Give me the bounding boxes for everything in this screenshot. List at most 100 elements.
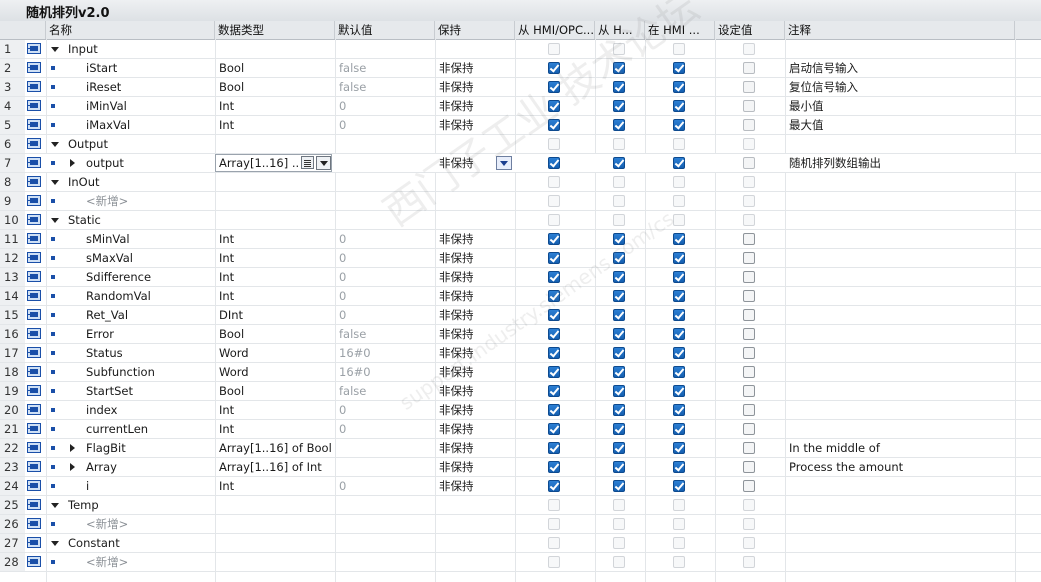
- table-row[interactable]: 13 Sdifference Int 0 非保持: [0, 268, 1041, 287]
- expand-chevron-down-icon[interactable]: [51, 47, 59, 52]
- retain-value[interactable]: 非保持: [439, 420, 494, 438]
- retain-value[interactable]: 非保持: [439, 230, 494, 248]
- writable-from-hmi-checkbox[interactable]: [613, 423, 625, 435]
- header-name[interactable]: 名称: [46, 21, 215, 39]
- setpoint-checkbox[interactable]: [743, 385, 755, 397]
- default-value[interactable]: [339, 458, 433, 476]
- visible-in-hmi-checkbox[interactable]: [673, 119, 685, 131]
- setpoint-checkbox[interactable]: [743, 233, 755, 245]
- setpoint-checkbox[interactable]: [743, 328, 755, 340]
- expand-chevron-down-icon[interactable]: [51, 180, 59, 185]
- datatype-value[interactable]: Bool: [219, 325, 333, 343]
- variable-name[interactable]: RandomVal: [86, 287, 213, 305]
- visible-in-hmi-checkbox[interactable]: [673, 290, 685, 302]
- accessible-from-hmi-opc-checkbox[interactable]: [548, 138, 560, 150]
- visible-in-hmi-checkbox[interactable]: [673, 328, 685, 340]
- accessible-from-hmi-opc-checkbox[interactable]: [548, 423, 560, 435]
- comment-value[interactable]: 最小值: [789, 97, 1013, 115]
- datatype-value[interactable]: Array[1..16] of Int: [219, 458, 333, 476]
- comment-value[interactable]: [789, 306, 1013, 324]
- table-row[interactable]: 8 InOut: [0, 173, 1041, 192]
- writable-from-hmi-checkbox[interactable]: [613, 157, 625, 169]
- variable-name[interactable]: StartSet: [86, 382, 213, 400]
- default-value[interactable]: 0: [339, 287, 433, 305]
- writable-from-hmi-checkbox[interactable]: [613, 347, 625, 359]
- header-in-hmi[interactable]: 在 HMI ...: [645, 21, 715, 39]
- retain-value[interactable]: 非保持: [439, 116, 494, 134]
- visible-in-hmi-checkbox[interactable]: [673, 404, 685, 416]
- writable-from-hmi-checkbox[interactable]: [613, 138, 625, 150]
- setpoint-checkbox[interactable]: [743, 138, 755, 150]
- retain-value[interactable]: 非保持: [439, 287, 494, 305]
- accessible-from-hmi-opc-checkbox[interactable]: [548, 309, 560, 321]
- comment-value[interactable]: 启动信号输入: [789, 59, 1013, 77]
- setpoint-checkbox[interactable]: [743, 62, 755, 74]
- table-row[interactable]: 10 Static: [0, 211, 1041, 230]
- variable-name[interactable]: sMaxVal: [86, 249, 213, 267]
- datatype-dropdown-button[interactable]: [316, 156, 331, 170]
- datatype-value[interactable]: Bool: [219, 382, 333, 400]
- accessible-from-hmi-opc-checkbox[interactable]: [548, 404, 560, 416]
- writable-from-hmi-checkbox[interactable]: [613, 119, 625, 131]
- table-row[interactable]: 19 StartSet Bool false 非保持: [0, 382, 1041, 401]
- writable-from-hmi-checkbox[interactable]: [613, 195, 625, 207]
- default-value[interactable]: false: [339, 59, 433, 77]
- comment-value[interactable]: [789, 363, 1013, 381]
- table-row[interactable]: 26 <新增>: [0, 515, 1041, 534]
- writable-from-hmi-checkbox[interactable]: [613, 214, 625, 226]
- comment-value[interactable]: [789, 325, 1013, 343]
- setpoint-checkbox[interactable]: [743, 499, 755, 511]
- default-value[interactable]: [339, 439, 433, 457]
- variable-name[interactable]: iMaxVal: [86, 116, 213, 134]
- writable-from-hmi-checkbox[interactable]: [613, 81, 625, 93]
- retain-value[interactable]: 非保持: [439, 325, 494, 343]
- visible-in-hmi-checkbox[interactable]: [673, 43, 685, 55]
- table-row[interactable]: 14 RandomVal Int 0 非保持: [0, 287, 1041, 306]
- writable-from-hmi-checkbox[interactable]: [613, 43, 625, 55]
- expand-chevron-right-icon[interactable]: [70, 159, 75, 167]
- variable-name[interactable]: Ret_Val: [86, 306, 213, 324]
- writable-from-hmi-checkbox[interactable]: [613, 537, 625, 549]
- datatype-value[interactable]: Bool: [219, 59, 333, 77]
- accessible-from-hmi-opc-checkbox[interactable]: [548, 328, 560, 340]
- setpoint-checkbox[interactable]: [743, 271, 755, 283]
- visible-in-hmi-checkbox[interactable]: [673, 385, 685, 397]
- comment-value[interactable]: [789, 230, 1013, 248]
- default-value[interactable]: 16#0: [339, 344, 433, 362]
- table-row[interactable]: 6 Output: [0, 135, 1041, 154]
- header-default[interactable]: 默认值: [335, 21, 435, 39]
- writable-from-hmi-checkbox[interactable]: [613, 233, 625, 245]
- datatype-value[interactable]: Array[1..16] of Bool: [219, 439, 333, 457]
- visible-in-hmi-checkbox[interactable]: [673, 537, 685, 549]
- writable-from-hmi-checkbox[interactable]: [613, 328, 625, 340]
- table-row[interactable]: 7 output Array[1..16] ... 非保持 随机排列数组输出: [0, 154, 1041, 173]
- variable-name[interactable]: Array: [86, 458, 213, 476]
- retain-value[interactable]: 非保持: [439, 477, 494, 495]
- writable-from-hmi-checkbox[interactable]: [613, 271, 625, 283]
- table-row[interactable]: 12 sMaxVal Int 0 非保持: [0, 249, 1041, 268]
- setpoint-checkbox[interactable]: [743, 556, 755, 568]
- datatype-value[interactable]: Int: [219, 249, 333, 267]
- comment-value[interactable]: 随机排列数组输出: [789, 154, 1013, 172]
- retain-value[interactable]: 非保持: [439, 401, 494, 419]
- retain-value[interactable]: 非保持: [439, 382, 494, 400]
- table-row[interactable]: 1 Input: [0, 40, 1041, 59]
- accessible-from-hmi-opc-checkbox[interactable]: [548, 233, 560, 245]
- retain-value[interactable]: 非保持: [439, 249, 494, 267]
- visible-in-hmi-checkbox[interactable]: [673, 138, 685, 150]
- setpoint-checkbox[interactable]: [743, 290, 755, 302]
- datatype-value[interactable]: Word: [219, 363, 333, 381]
- table-row[interactable]: 22 FlagBit Array[1..16] of Bool 非保持 In the m…: [0, 439, 1041, 458]
- header-datatype[interactable]: 数据类型: [215, 21, 335, 39]
- visible-in-hmi-checkbox[interactable]: [673, 480, 685, 492]
- variable-name[interactable]: Sdifference: [86, 268, 213, 286]
- table-row[interactable]: 21 currentLen Int 0 非保持: [0, 420, 1041, 439]
- variable-name[interactable]: output: [86, 154, 213, 172]
- comment-value[interactable]: [789, 420, 1013, 438]
- datatype-value[interactable]: Int: [219, 268, 333, 286]
- header-comment[interactable]: 注释: [785, 21, 1015, 39]
- comment-value[interactable]: [789, 382, 1013, 400]
- expand-chevron-right-icon[interactable]: [70, 463, 75, 471]
- accessible-from-hmi-opc-checkbox[interactable]: [548, 62, 560, 74]
- default-value[interactable]: 0: [339, 268, 433, 286]
